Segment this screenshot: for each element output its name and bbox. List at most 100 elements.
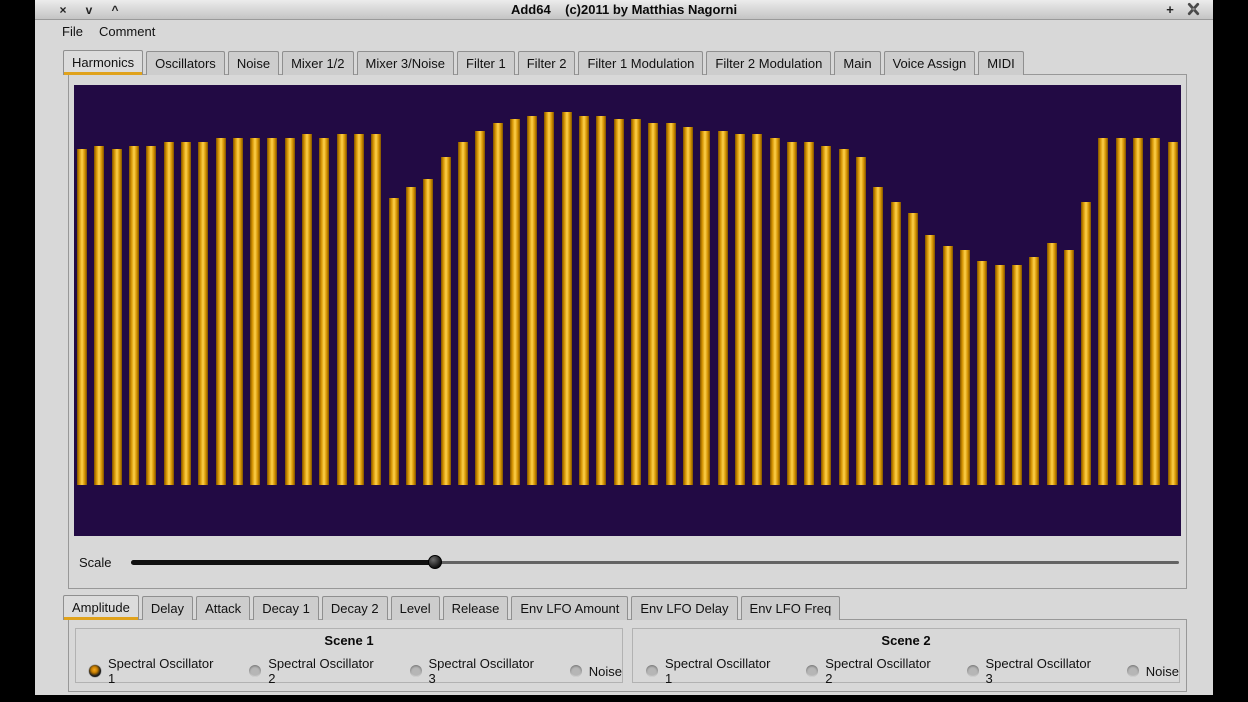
harmonic-bar-39[interactable] bbox=[735, 134, 745, 485]
scene-1-option-spectral-oscillator-2[interactable]: Spectral Oscillator 2 bbox=[249, 656, 383, 686]
harmonic-bar-23[interactable] bbox=[458, 142, 468, 485]
harmonic-bar-15[interactable] bbox=[319, 138, 329, 485]
harmonic-bar-33[interactable] bbox=[631, 119, 641, 485]
harmonic-bar-17[interactable] bbox=[354, 134, 364, 485]
harmonic-bar-4[interactable] bbox=[129, 146, 139, 485]
harmonic-bar-59[interactable] bbox=[1081, 202, 1091, 485]
harmonic-bar-53[interactable] bbox=[977, 261, 987, 485]
scene-1-option-spectral-oscillator-3[interactable]: Spectral Oscillator 3 bbox=[410, 656, 544, 686]
harmonic-bar-51[interactable] bbox=[943, 246, 953, 485]
harmonic-bar-46[interactable] bbox=[856, 157, 866, 485]
scene-2-option-spectral-oscillator-1[interactable]: Spectral Oscillator 1 bbox=[646, 656, 780, 686]
harmonic-bar-34[interactable] bbox=[648, 123, 658, 485]
radio-icon[interactable] bbox=[570, 665, 582, 677]
tab-voice-assign[interactable]: Voice Assign bbox=[884, 51, 976, 75]
harmonic-bar-36[interactable] bbox=[683, 127, 693, 485]
harmonic-bar-45[interactable] bbox=[839, 149, 849, 485]
radio-icon[interactable] bbox=[646, 665, 658, 677]
tab-midi[interactable]: MIDI bbox=[978, 51, 1023, 75]
scale-slider[interactable] bbox=[131, 554, 1179, 570]
tab-oscillators[interactable]: Oscillators bbox=[146, 51, 225, 75]
harmonic-bar-21[interactable] bbox=[423, 179, 433, 485]
radio-selected-icon[interactable] bbox=[89, 665, 101, 677]
radio-icon[interactable] bbox=[806, 665, 818, 677]
menu-comment[interactable]: Comment bbox=[92, 22, 162, 41]
harmonic-bar-42[interactable] bbox=[787, 142, 797, 485]
harmonic-bar-52[interactable] bbox=[960, 250, 970, 485]
harmonic-bar-60[interactable] bbox=[1098, 138, 1108, 485]
harmonic-bar-6[interactable] bbox=[164, 142, 174, 485]
harmonic-bar-10[interactable] bbox=[233, 138, 243, 485]
tab-filter-1[interactable]: Filter 1 bbox=[457, 51, 515, 75]
tab-env-lfo-delay[interactable]: Env LFO Delay bbox=[631, 596, 737, 620]
harmonic-bar-61[interactable] bbox=[1116, 138, 1126, 485]
radio-icon[interactable] bbox=[1127, 665, 1139, 677]
tab-env-lfo-freq[interactable]: Env LFO Freq bbox=[741, 596, 841, 620]
harmonic-bar-41[interactable] bbox=[770, 138, 780, 485]
harmonic-bar-5[interactable] bbox=[146, 146, 156, 485]
scene-1-option-noise[interactable]: Noise bbox=[570, 664, 622, 679]
tab-main[interactable]: Main bbox=[834, 51, 880, 75]
tab-amplitude[interactable]: Amplitude bbox=[63, 595, 139, 620]
shade-button[interactable]: v bbox=[83, 1, 95, 19]
tab-level[interactable]: Level bbox=[391, 596, 440, 620]
harmonic-bar-40[interactable] bbox=[752, 134, 762, 485]
tool-icon[interactable] bbox=[1186, 2, 1201, 17]
tab-filter-2[interactable]: Filter 2 bbox=[518, 51, 576, 75]
scene-1-option-spectral-oscillator-1[interactable]: Spectral Oscillator 1 bbox=[89, 656, 223, 686]
harmonic-bar-58[interactable] bbox=[1064, 250, 1074, 485]
scene-2-option-noise[interactable]: Noise bbox=[1127, 664, 1179, 679]
harmonic-bar-11[interactable] bbox=[250, 138, 260, 485]
harmonic-bar-57[interactable] bbox=[1047, 243, 1057, 485]
radio-icon[interactable] bbox=[967, 665, 979, 677]
harmonic-bar-47[interactable] bbox=[873, 187, 883, 485]
tab-decay-1[interactable]: Decay 1 bbox=[253, 596, 319, 620]
harmonic-bar-14[interactable] bbox=[302, 134, 312, 485]
radio-icon[interactable] bbox=[410, 665, 422, 677]
harmonic-bar-2[interactable] bbox=[94, 146, 104, 485]
harmonic-bar-44[interactable] bbox=[821, 146, 831, 485]
harmonic-bar-35[interactable] bbox=[666, 123, 676, 485]
harmonic-bar-31[interactable] bbox=[596, 116, 606, 485]
harmonic-bar-37[interactable] bbox=[700, 131, 710, 485]
harmonic-bar-3[interactable] bbox=[112, 149, 122, 485]
harmonic-bar-27[interactable] bbox=[527, 116, 537, 485]
harmonic-bar-32[interactable] bbox=[614, 119, 624, 485]
harmonic-bar-1[interactable] bbox=[77, 149, 87, 485]
harmonic-bar-12[interactable] bbox=[267, 138, 277, 485]
tab-delay[interactable]: Delay bbox=[142, 596, 193, 620]
harmonic-bar-43[interactable] bbox=[804, 142, 814, 485]
scene-2-option-spectral-oscillator-2[interactable]: Spectral Oscillator 2 bbox=[806, 656, 940, 686]
tab-filter-1-modulation[interactable]: Filter 1 Modulation bbox=[578, 51, 703, 75]
scene-2-option-spectral-oscillator-3[interactable]: Spectral Oscillator 3 bbox=[967, 656, 1101, 686]
menu-file[interactable]: File bbox=[55, 22, 90, 41]
harmonic-bar-22[interactable] bbox=[441, 157, 451, 485]
harmonic-bar-25[interactable] bbox=[493, 123, 503, 485]
tab-env-lfo-amount[interactable]: Env LFO Amount bbox=[511, 596, 628, 620]
harmonic-bar-9[interactable] bbox=[216, 138, 226, 485]
harmonic-bar-55[interactable] bbox=[1012, 265, 1022, 485]
harmonic-bar-7[interactable] bbox=[181, 142, 191, 485]
harmonic-bar-50[interactable] bbox=[925, 235, 935, 485]
harmonic-bar-49[interactable] bbox=[908, 213, 918, 485]
scale-slider-handle[interactable] bbox=[428, 555, 442, 569]
tab-attack[interactable]: Attack bbox=[196, 596, 250, 620]
harmonic-bar-28[interactable] bbox=[544, 112, 554, 485]
close-button[interactable]: × bbox=[57, 1, 69, 19]
tab-filter-2-modulation[interactable]: Filter 2 Modulation bbox=[706, 51, 831, 75]
harmonic-bar-26[interactable] bbox=[510, 119, 520, 485]
tab-mixer-3-noise[interactable]: Mixer 3/Noise bbox=[357, 51, 454, 75]
harmonics-chart[interactable] bbox=[74, 85, 1181, 536]
harmonic-bar-48[interactable] bbox=[891, 202, 901, 485]
tab-decay-2[interactable]: Decay 2 bbox=[322, 596, 388, 620]
harmonic-bar-64[interactable] bbox=[1168, 142, 1178, 485]
harmonic-bar-18[interactable] bbox=[371, 134, 381, 485]
harmonic-bar-29[interactable] bbox=[562, 112, 572, 485]
harmonic-bar-13[interactable] bbox=[285, 138, 295, 485]
harmonic-bar-19[interactable] bbox=[389, 198, 399, 485]
harmonic-bar-16[interactable] bbox=[337, 134, 347, 485]
tab-release[interactable]: Release bbox=[443, 596, 509, 620]
radio-icon[interactable] bbox=[249, 665, 261, 677]
harmonic-bar-30[interactable] bbox=[579, 116, 589, 485]
tab-mixer-1-2[interactable]: Mixer 1/2 bbox=[282, 51, 353, 75]
